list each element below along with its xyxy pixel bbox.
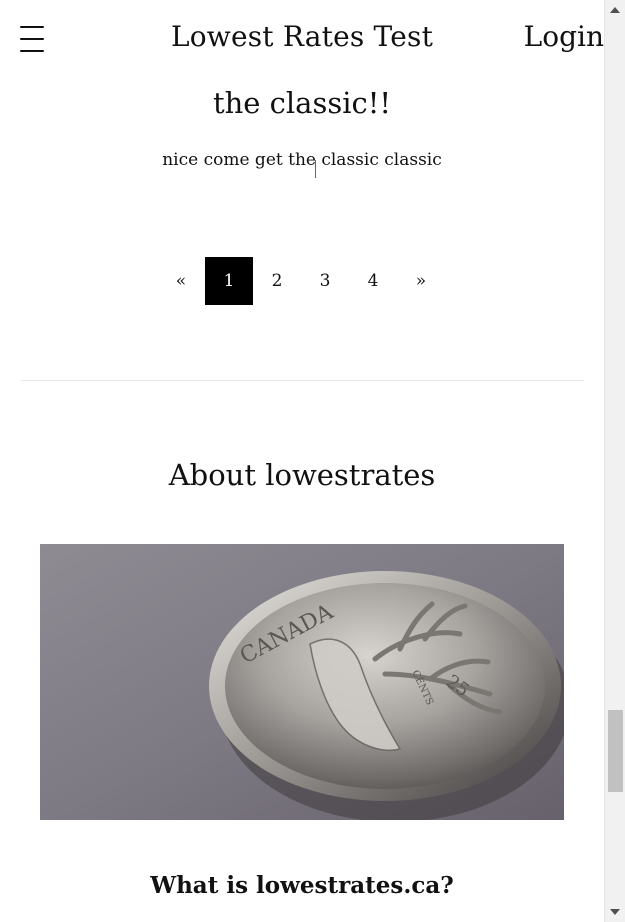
page: Lowest Rates Test Login the classic!! ni… bbox=[0, 0, 604, 922]
scroll-up-arrow-icon[interactable] bbox=[610, 7, 620, 13]
about-coin-image: CANADA 25 CENTS bbox=[40, 544, 564, 820]
pagination-next-button[interactable]: » bbox=[397, 257, 445, 305]
section-divider bbox=[20, 380, 584, 381]
post-excerpt: nice come get the classic classic bbox=[162, 150, 442, 170]
scroll-down-arrow-icon[interactable] bbox=[610, 909, 620, 915]
scrollbar-thumb[interactable] bbox=[608, 710, 623, 792]
pagination-page-3[interactable]: 3 bbox=[301, 257, 349, 305]
login-link[interactable]: Login bbox=[524, 20, 604, 53]
pagination-page-4[interactable]: 4 bbox=[349, 257, 397, 305]
post-title[interactable]: the classic!! bbox=[0, 86, 604, 120]
pagination-page-2[interactable]: 2 bbox=[253, 257, 301, 305]
coin-face bbox=[225, 583, 545, 789]
vertical-scrollbar[interactable] bbox=[604, 0, 625, 922]
site-title[interactable]: Lowest Rates Test bbox=[0, 20, 604, 53]
pagination-page-1[interactable]: 1 bbox=[205, 257, 253, 305]
text-cursor bbox=[315, 160, 316, 178]
pagination-prev-button[interactable]: « bbox=[157, 257, 205, 305]
about-heading: About lowestrates bbox=[168, 458, 436, 492]
faq-heading[interactable]: What is lowestrates.ca? bbox=[0, 872, 604, 899]
pagination: « 1 2 3 4 » bbox=[157, 257, 445, 305]
